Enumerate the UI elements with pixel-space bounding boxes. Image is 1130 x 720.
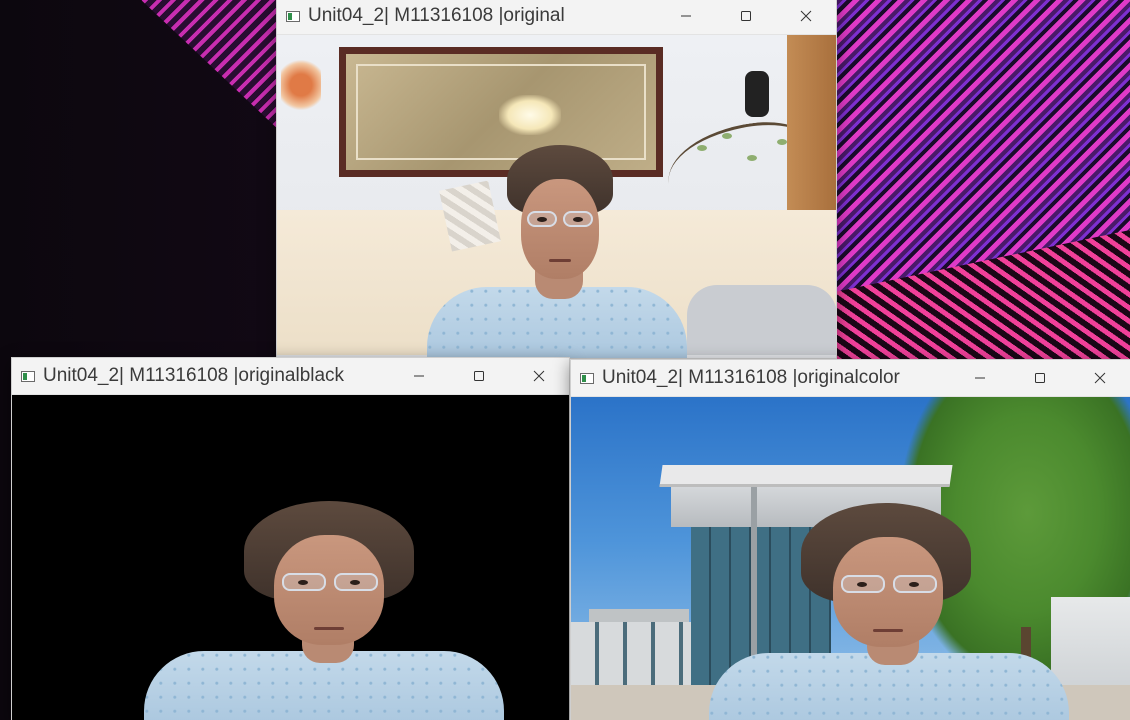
window-originalcolor[interactable]: Unit04_2| M11316108 |originalcolor	[570, 359, 1130, 720]
close-icon	[533, 370, 545, 382]
titlebar[interactable]: Unit04_2| M11316108 |originalcolor	[571, 360, 1130, 397]
titlebar[interactable]: Unit04_2| M11316108 |original	[277, 0, 836, 35]
close-icon	[1094, 372, 1106, 384]
leaf	[697, 145, 707, 151]
maximize-button[interactable]	[716, 0, 776, 35]
minimize-button[interactable]	[950, 360, 1010, 397]
window-original[interactable]: Unit04_2| M11316108 |original	[276, 0, 837, 359]
app-icon	[21, 370, 35, 382]
minimize-button[interactable]	[389, 358, 449, 395]
window-title: Unit04_2| M11316108 |originalblack	[43, 365, 345, 386]
leaf	[777, 139, 787, 145]
maximize-button[interactable]	[449, 358, 509, 395]
person-composited	[709, 503, 1089, 720]
window-originalblack[interactable]: Unit04_2| M11316108 |originalblack	[11, 357, 570, 720]
close-icon	[800, 10, 812, 22]
maximize-icon	[1035, 373, 1045, 383]
titlebar[interactable]: Unit04_2| M11316108 |originalblack	[12, 358, 569, 395]
window-title: Unit04_2| M11316108 |originalcolor	[602, 367, 900, 388]
minimize-icon	[681, 15, 691, 17]
leaf	[722, 133, 732, 139]
building-low	[571, 622, 691, 687]
close-button[interactable]	[776, 0, 836, 35]
minimize-button[interactable]	[656, 0, 716, 35]
blanket	[687, 285, 836, 355]
person	[427, 145, 687, 358]
minimize-icon	[975, 377, 985, 379]
wallpaper-stripes-left	[120, 0, 300, 150]
maximize-button[interactable]	[1010, 360, 1070, 397]
leaf	[747, 155, 757, 161]
video-frame-original	[277, 35, 836, 358]
close-button[interactable]	[1070, 360, 1130, 397]
wall-decoration	[281, 55, 321, 115]
close-button[interactable]	[509, 358, 569, 395]
app-icon	[286, 10, 300, 22]
maximize-icon	[741, 11, 751, 21]
video-frame-originalblack	[12, 395, 569, 720]
building-low-roof	[589, 609, 689, 623]
person-segmented	[144, 501, 524, 720]
window-title: Unit04_2| M11316108 |original	[308, 5, 565, 26]
ceiling-lamp	[499, 95, 561, 135]
maximize-icon	[474, 371, 484, 381]
video-frame-originalcolor	[571, 397, 1130, 720]
wall-speaker	[745, 71, 769, 117]
minimize-icon	[414, 375, 424, 377]
app-icon	[580, 372, 594, 384]
building-roof	[659, 465, 953, 487]
